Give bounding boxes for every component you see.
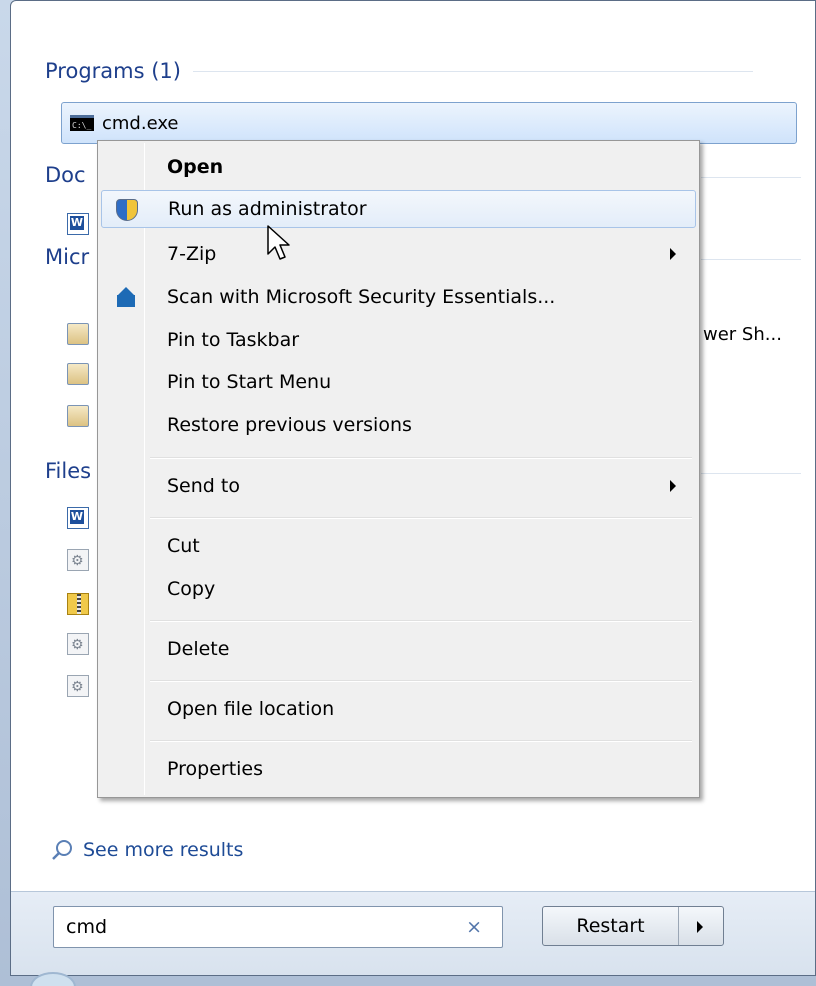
menu-item-copy[interactable]: Copy [101,570,696,608]
menu-item-label: Restore previous versions [167,414,412,436]
menu-item-label: Copy [167,578,216,600]
menu-item-send-to[interactable]: Send to [101,467,696,505]
menu-item-label: Cut [167,535,200,557]
menu-item-properties[interactable]: Properties [101,750,696,788]
zip-archive-icon[interactable] [67,593,89,615]
restart-button[interactable]: Restart [542,906,724,946]
restart-button-label: Restart [543,907,679,945]
menu-separator [150,680,692,682]
config-file-icon[interactable] [67,675,89,697]
context-menu: Open Run as administrator 7-Zip Scan wit… [97,140,700,798]
mouse-pointer-icon [267,225,290,260]
menu-separator [150,517,692,519]
result-label: cmd.exe [102,112,179,134]
group-divider [701,259,801,260]
email-icon[interactable] [67,323,89,345]
menu-item-scan-security-essentials[interactable]: Scan with Microsoft Security Essentials.… [101,278,696,316]
submenu-arrow-icon [670,248,676,260]
see-more-label: See more results [83,839,244,861]
group-divider [701,177,801,178]
search-bar-area: cmd × Restart [11,891,815,975]
menu-item-label: Send to [167,475,240,497]
menu-item-label: Run as administrator [168,198,367,220]
programs-group-label: Programs (1) [45,59,181,83]
result-cmd-exe[interactable]: C:\_ cmd.exe [61,102,797,144]
menu-item-label: Open [167,156,224,178]
clear-search-icon[interactable]: × [466,916,482,938]
submenu-arrow-icon [670,480,676,492]
files-group-header: Files [45,459,92,483]
email-icon[interactable] [67,405,89,427]
menu-item-label: Pin to Start Menu [167,371,332,393]
uac-shield-icon [116,199,138,221]
menu-item-7-zip[interactable]: 7-Zip [101,235,696,273]
menu-item-open-file-location[interactable]: Open file location [101,690,696,728]
menu-item-pin-to-taskbar[interactable]: Pin to Taskbar [101,321,696,359]
config-file-icon[interactable] [67,549,89,571]
menu-separator [150,620,692,622]
search-icon [51,839,73,861]
search-input[interactable]: cmd × [53,906,503,948]
microsoft-group-header: Micr [45,245,90,269]
menu-item-run-as-administrator[interactable]: Run as administrator [101,190,696,228]
menu-item-label: Pin to Taskbar [167,329,300,351]
word-document-icon[interactable] [67,507,89,529]
menu-item-label: Scan with Microsoft Security Essentials.… [167,286,556,308]
menu-item-delete[interactable]: Delete [101,630,696,668]
search-input-value: cmd [66,916,108,938]
menu-item-pin-to-start-menu[interactable]: Pin to Start Menu [101,363,696,401]
security-essentials-icon [115,286,137,308]
programs-group-header: Programs (1) [45,59,753,83]
group-divider [192,70,753,72]
menu-separator [150,457,692,459]
menu-item-restore-previous-versions[interactable]: Restore previous versions [101,406,696,444]
menu-separator [150,740,692,742]
menu-item-label: 7-Zip [167,243,217,265]
group-divider [701,473,801,474]
config-file-icon[interactable] [67,633,89,655]
menu-item-label: Properties [167,758,264,780]
menu-item-open[interactable]: Open [101,148,696,186]
documents-group-header: Doc [45,163,86,187]
menu-item-label: Open file location [167,698,335,720]
word-document-icon[interactable] [67,213,89,235]
email-icon[interactable] [67,363,89,385]
result-label-partial[interactable]: wer Sh... [703,324,782,345]
see-more-results-link[interactable]: See more results [51,839,243,861]
menu-item-cut[interactable]: Cut [101,527,696,565]
shutdown-options-arrow-icon[interactable] [679,907,723,945]
menu-item-label: Delete [167,638,230,660]
cmd-icon: C:\_ [70,115,94,131]
